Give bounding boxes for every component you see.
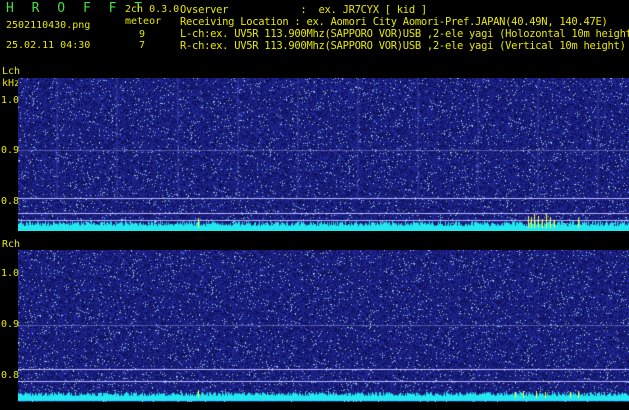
lch-label: Lch xyxy=(2,66,21,77)
observer-info: Ovserver : ex. JR7CYX [ kid ] xyxy=(180,4,427,16)
datetime: 25.02.11 04:30 xyxy=(6,40,91,51)
rch-spectrogram xyxy=(18,250,629,402)
freq-tick-label: 0.8 xyxy=(1,370,20,381)
freq-tick-label: 1.0 xyxy=(1,95,20,106)
rch-info: R-ch:ex. UV5R 113.900Mhz(SAPPORO VOR)USB… xyxy=(180,40,626,52)
file-name: 2502110430.png xyxy=(6,20,91,31)
location-info: Receiving Location : ex. Aomori City Aom… xyxy=(180,16,608,28)
freq-tick-label: 0.8 xyxy=(1,196,20,207)
rch-label: Rch xyxy=(2,239,21,250)
rch-meteor-count: 7 xyxy=(139,40,146,51)
lch-spectrogram xyxy=(18,78,629,231)
freq-tick-label: 1.0 xyxy=(1,268,20,279)
meteor-label: meteor xyxy=(125,16,162,27)
freq-tick-label: 0.9 xyxy=(1,319,20,330)
lch-info: L-ch:ex. UV5R 113.900Mhz(SAPPORO VOR)USB… xyxy=(180,28,629,40)
lch-meteor-count: 9 xyxy=(139,29,146,40)
mode-label: 2ch 0.3.0 xyxy=(125,4,180,15)
freq-tick-label: 0.9 xyxy=(1,145,20,156)
